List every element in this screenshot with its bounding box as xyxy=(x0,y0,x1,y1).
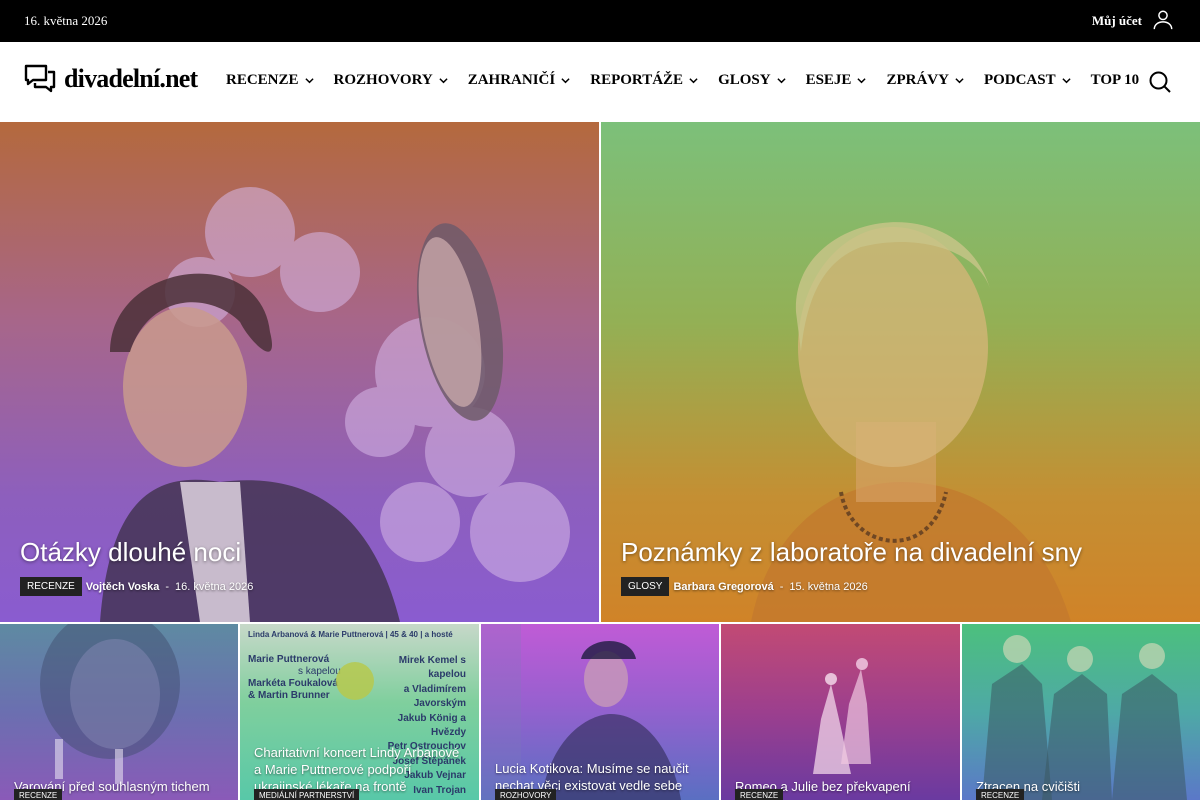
poster-left-names: Marie Puttnerová s kapelou Markéta Fouka… xyxy=(248,654,341,701)
nav-item-zahranici[interactable]: ZAHRANIČÍ xyxy=(468,72,571,89)
tile-title[interactable]: Charitativní koncert Lindy Arbanové a Ma… xyxy=(254,744,469,795)
search-icon[interactable] xyxy=(1148,70,1172,94)
site-logo[interactable]: divadelní.net xyxy=(24,62,198,96)
user-icon[interactable] xyxy=(1152,9,1174,31)
nav-item-podcast[interactable]: PODCAST xyxy=(984,72,1071,89)
current-date: 16. května 2026 xyxy=(24,13,108,28)
hero-article-card[interactable]: Otázky dlouhé noci RECENZE Vojtěch Voska… xyxy=(0,122,599,622)
chevron-down-icon xyxy=(304,78,314,84)
publish-date: 16. května 2026 xyxy=(175,580,254,593)
site-header: divadelní.net RECENZE ROZHOVORY ZAHRANIČ… xyxy=(0,42,1200,122)
nav-item-glosy[interactable]: GLOSY xyxy=(718,72,786,89)
logo-text: divadelní.net xyxy=(64,64,198,93)
article-tile[interactable]: Linda Arbanová & Marie Puttnerová | 45 &… xyxy=(240,624,479,800)
chat-bubbles-icon xyxy=(24,64,56,93)
article-tile[interactable]: Varování před souhlasným tichem RECENZE xyxy=(0,624,238,800)
hero-meta: GLOSY Barbara Gregorová - 15. května 202… xyxy=(621,577,868,596)
poster-dot xyxy=(336,662,374,700)
article-tile[interactable]: Romeo a Julie bez překvapení RECENZE xyxy=(721,624,960,800)
author-link[interactable]: Vojtěch Voska xyxy=(86,581,160,593)
chevron-down-icon xyxy=(955,78,964,84)
tile-photo-illustration xyxy=(813,658,871,774)
category-badge[interactable]: RECENZE xyxy=(14,789,63,800)
article-tile[interactable]: Ztracen na cvičišti RECENZE xyxy=(962,624,1200,800)
tile-photo-illustration xyxy=(982,635,1187,800)
nav-item-recenze[interactable]: RECENZE xyxy=(226,72,314,89)
my-account-link[interactable]: Můj účet xyxy=(1092,13,1142,29)
hero-article-card[interactable]: Poznámky z laboratoře na divadelní sny G… xyxy=(601,122,1200,622)
nav-item-reportaze[interactable]: REPORTÁŽE xyxy=(590,72,698,89)
category-badge[interactable]: GLOSY xyxy=(621,577,670,596)
category-badge[interactable]: RECENZE xyxy=(20,577,82,596)
nav-item-zpravy[interactable]: ZPRÁVY xyxy=(886,72,964,89)
hero-meta: RECENZE Vojtěch Voska - 16. května 2026 xyxy=(20,577,253,596)
nav-item-eseje[interactable]: ESEJE xyxy=(806,72,867,89)
nav-item-rozhovory[interactable]: ROZHOVORY xyxy=(334,72,448,89)
meta-separator: - xyxy=(779,580,784,593)
publish-date: 15. května 2026 xyxy=(789,580,868,593)
top-bar: 16. května 2026 Můj účet xyxy=(0,0,1200,42)
poster-header: Linda Arbanová & Marie Puttnerová | 45 &… xyxy=(248,630,453,639)
main-navigation: RECENZE ROZHOVORY ZAHRANIČÍ REPORTÁŽE GL… xyxy=(226,72,1159,89)
chevron-down-icon xyxy=(776,78,786,84)
chevron-down-icon xyxy=(1062,78,1071,84)
chevron-down-icon xyxy=(857,78,867,84)
category-badge[interactable]: RECENZE xyxy=(976,789,1025,800)
tile-photo-illustration xyxy=(40,624,180,784)
nav-item-top10[interactable]: TOP 10 xyxy=(1091,72,1140,89)
category-badge[interactable]: RECENZE xyxy=(735,789,784,800)
category-badge[interactable]: ROZHOVORY xyxy=(495,789,557,800)
author-link[interactable]: Barbara Gregorová xyxy=(673,581,773,593)
chevron-down-icon xyxy=(561,78,570,84)
meta-separator: - xyxy=(165,580,170,593)
chevron-down-icon xyxy=(689,78,698,84)
category-badge[interactable]: MEDIÁLNÍ PARTNERSTVÍ xyxy=(254,789,360,800)
article-tile[interactable]: Lucia Kotikova: Musíme se naučit nechat … xyxy=(481,624,719,800)
hero-title[interactable]: Poznámky z laboratoře na divadelní sny xyxy=(621,537,1082,568)
hero-title[interactable]: Otázky dlouhé noci xyxy=(20,537,241,568)
chevron-down-icon xyxy=(439,78,448,84)
